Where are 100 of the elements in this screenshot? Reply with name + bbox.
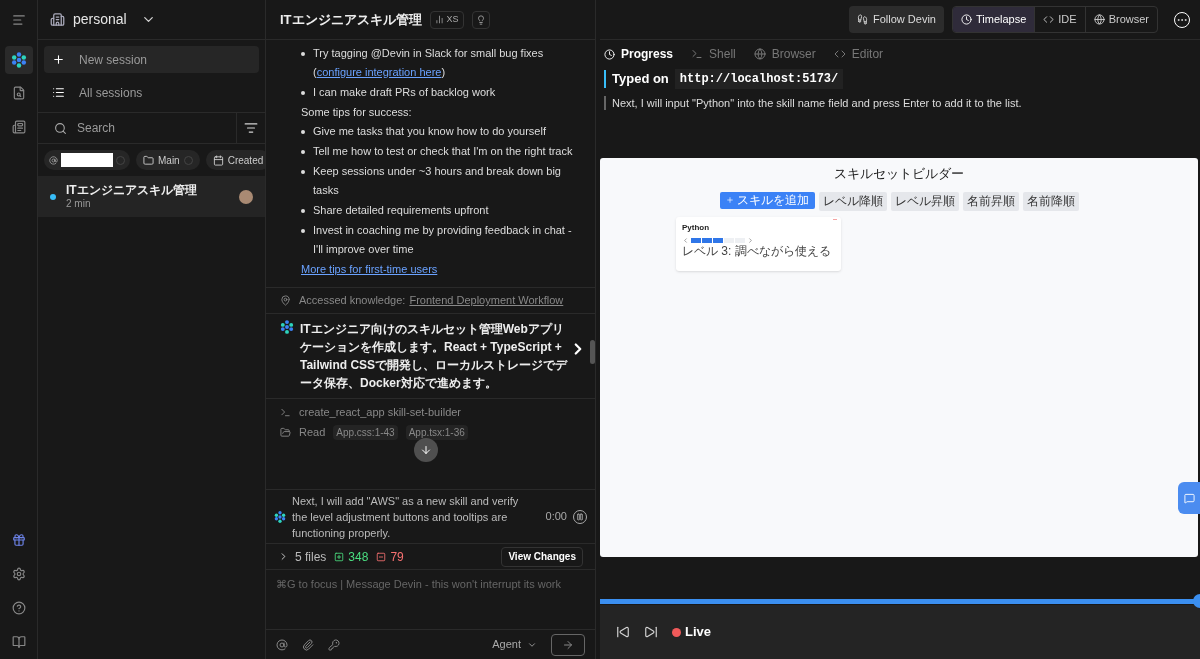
filter-icon[interactable] xyxy=(244,121,258,135)
clock-icon xyxy=(960,14,972,25)
bullet-icon xyxy=(301,170,305,174)
scrollbar[interactable] xyxy=(590,340,595,364)
folder-icon xyxy=(143,154,154,166)
action-text: create_react_app skill-set-builder xyxy=(299,404,462,420)
size-badge[interactable]: XS xyxy=(429,10,464,29)
search-field[interactable]: Search xyxy=(77,119,197,137)
knowledge-link[interactable]: Frontend Deployment Workflow xyxy=(409,292,564,309)
pin-icon xyxy=(280,295,291,306)
integration-link[interactable]: configure integration here xyxy=(316,66,442,78)
filter-chip[interactable]: Main xyxy=(136,150,200,170)
removed-icon xyxy=(376,551,387,562)
view-tab[interactable]: Timelapse xyxy=(952,7,1036,32)
filter-chip[interactable]: Created xyxy=(205,150,265,170)
tip-text: I can make draft PRs of backlog work xyxy=(313,85,496,100)
key-icon[interactable] xyxy=(328,638,340,651)
typed-label: Typed on xyxy=(612,70,669,89)
tip-text: Give me tasks that you know how to do yourself xyxy=(313,124,546,139)
terminal-icon xyxy=(691,48,704,60)
added-count: 348 xyxy=(348,548,369,566)
bullet-icon xyxy=(301,150,305,154)
settings-icon[interactable] xyxy=(11,567,26,581)
clock-icon xyxy=(604,48,615,60)
filter-chip[interactable] xyxy=(44,150,130,170)
message-input[interactable]: ⌘G to focus | Message Devin - this won't interrupt its work xyxy=(276,576,585,626)
chat-icon xyxy=(1183,492,1195,504)
chat-button[interactable] xyxy=(1178,482,1200,514)
attach-icon[interactable] xyxy=(302,638,314,651)
at-icon xyxy=(49,155,58,165)
arrow-down-icon xyxy=(420,444,432,456)
sort-button[interactable]: 名前昇順 xyxy=(962,191,1019,211)
search-icon xyxy=(54,121,67,135)
file-chip[interactable]: App.css:1-43 xyxy=(333,424,398,440)
document-icon[interactable] xyxy=(11,86,26,100)
menu-icon[interactable] xyxy=(11,13,26,27)
live-label[interactable]: Live xyxy=(685,622,711,642)
list-icon xyxy=(52,86,65,99)
add-skill-button[interactable]: スキルを追加 xyxy=(719,191,815,209)
globe-icon xyxy=(1093,14,1105,25)
arrow-right-icon xyxy=(562,638,574,651)
app-title: スキルセットビルダー xyxy=(834,165,964,183)
skip-forward-icon[interactable] xyxy=(644,625,658,639)
removed-count: 79 xyxy=(390,548,404,566)
avatar-icon xyxy=(239,189,253,204)
book-icon[interactable] xyxy=(11,635,26,649)
gift-icon[interactable] xyxy=(11,533,26,547)
scroll-down-button[interactable] xyxy=(414,438,438,462)
tips-heading: Some tips for success: xyxy=(300,105,413,120)
help-icon[interactable] xyxy=(11,601,26,615)
send-button[interactable] xyxy=(551,633,585,656)
bullet-icon xyxy=(301,91,305,95)
tip-text: Try tagging @Devin in Slack for small bug fixes (configure integration here) xyxy=(313,46,545,80)
plus-icon xyxy=(725,196,734,204)
calendar-icon xyxy=(212,154,224,166)
mention-icon[interactable] xyxy=(276,638,288,651)
sort-button[interactable]: レベル昇順 xyxy=(890,191,959,211)
folder-icon xyxy=(280,426,291,438)
building-icon xyxy=(50,12,65,27)
sort-button[interactable]: レベル降順 xyxy=(818,191,887,211)
footprints-icon xyxy=(857,14,868,25)
skip-back-icon[interactable] xyxy=(616,625,630,639)
panel-tab[interactable]: Browser xyxy=(753,45,816,63)
bullet-icon xyxy=(301,209,305,213)
lightbulb-icon[interactable] xyxy=(471,10,490,29)
panel-tab[interactable]: Shell xyxy=(691,45,736,63)
sort-button[interactable]: 名前降順 xyxy=(1022,191,1079,211)
globe-icon xyxy=(753,48,766,60)
tip-text: Share detailed requirements upfront xyxy=(313,203,489,218)
skill-name: Python xyxy=(682,221,711,234)
all-sessions-button[interactable]: All sessions xyxy=(44,79,259,106)
status-message: Next, I will add "AWS" as a new skill and verify the level adjustment buttons and tooltips are functioning properly. xyxy=(292,493,520,541)
more-tips-link[interactable]: More tips for first-time users xyxy=(266,260,595,279)
tip-text: Keep sessions under ~3 hours and break down big tasks xyxy=(313,164,562,198)
bullet-icon xyxy=(301,130,305,134)
new-session-button[interactable]: New session xyxy=(44,46,259,73)
files-count[interactable]: 5 files xyxy=(295,547,327,566)
tip-text: Tell me how to test or check that I'm on the right track xyxy=(313,144,573,159)
panel-tab[interactable]: Progress xyxy=(604,45,674,63)
bars-icon xyxy=(434,15,444,24)
view-tab[interactable]: Browser xyxy=(1085,7,1157,32)
view-changes-button[interactable]: View Changes xyxy=(501,546,583,567)
view-tab[interactable]: IDE xyxy=(1035,7,1086,32)
file-chip[interactable]: App.tsx:1-36 xyxy=(405,424,468,440)
session-time: 2 min xyxy=(66,196,92,211)
mode-dropdown[interactable]: Agent xyxy=(492,636,537,653)
workspace-name[interactable]: personal xyxy=(73,9,127,30)
follow-button[interactable]: Follow Devin xyxy=(849,6,944,33)
agent-message: ITエンジニア向けのスキルセット管理Webアプリケーションを作成します。React + TypeScript + Tailwind CSSで開発し、ローカルストレージでデータ保存、Docker対応で進めます。 xyxy=(300,321,569,392)
code-icon xyxy=(833,48,846,60)
notes-icon[interactable] xyxy=(11,120,26,134)
action-text: Read xyxy=(299,424,326,440)
knowledge-label: Accessed knowledge: xyxy=(299,293,406,309)
progress-note: Next, I will input "Python" into the skill name field and press Enter to add it to the list. xyxy=(612,95,1022,111)
session-item[interactable]: ITエンジニアスキル管理 2 min xyxy=(38,176,265,217)
bullet-icon xyxy=(301,52,305,56)
panel-tab[interactable]: Editor xyxy=(833,45,884,63)
devin-logo-icon xyxy=(280,320,294,334)
added-icon xyxy=(334,551,345,562)
logo-icon xyxy=(10,52,27,68)
